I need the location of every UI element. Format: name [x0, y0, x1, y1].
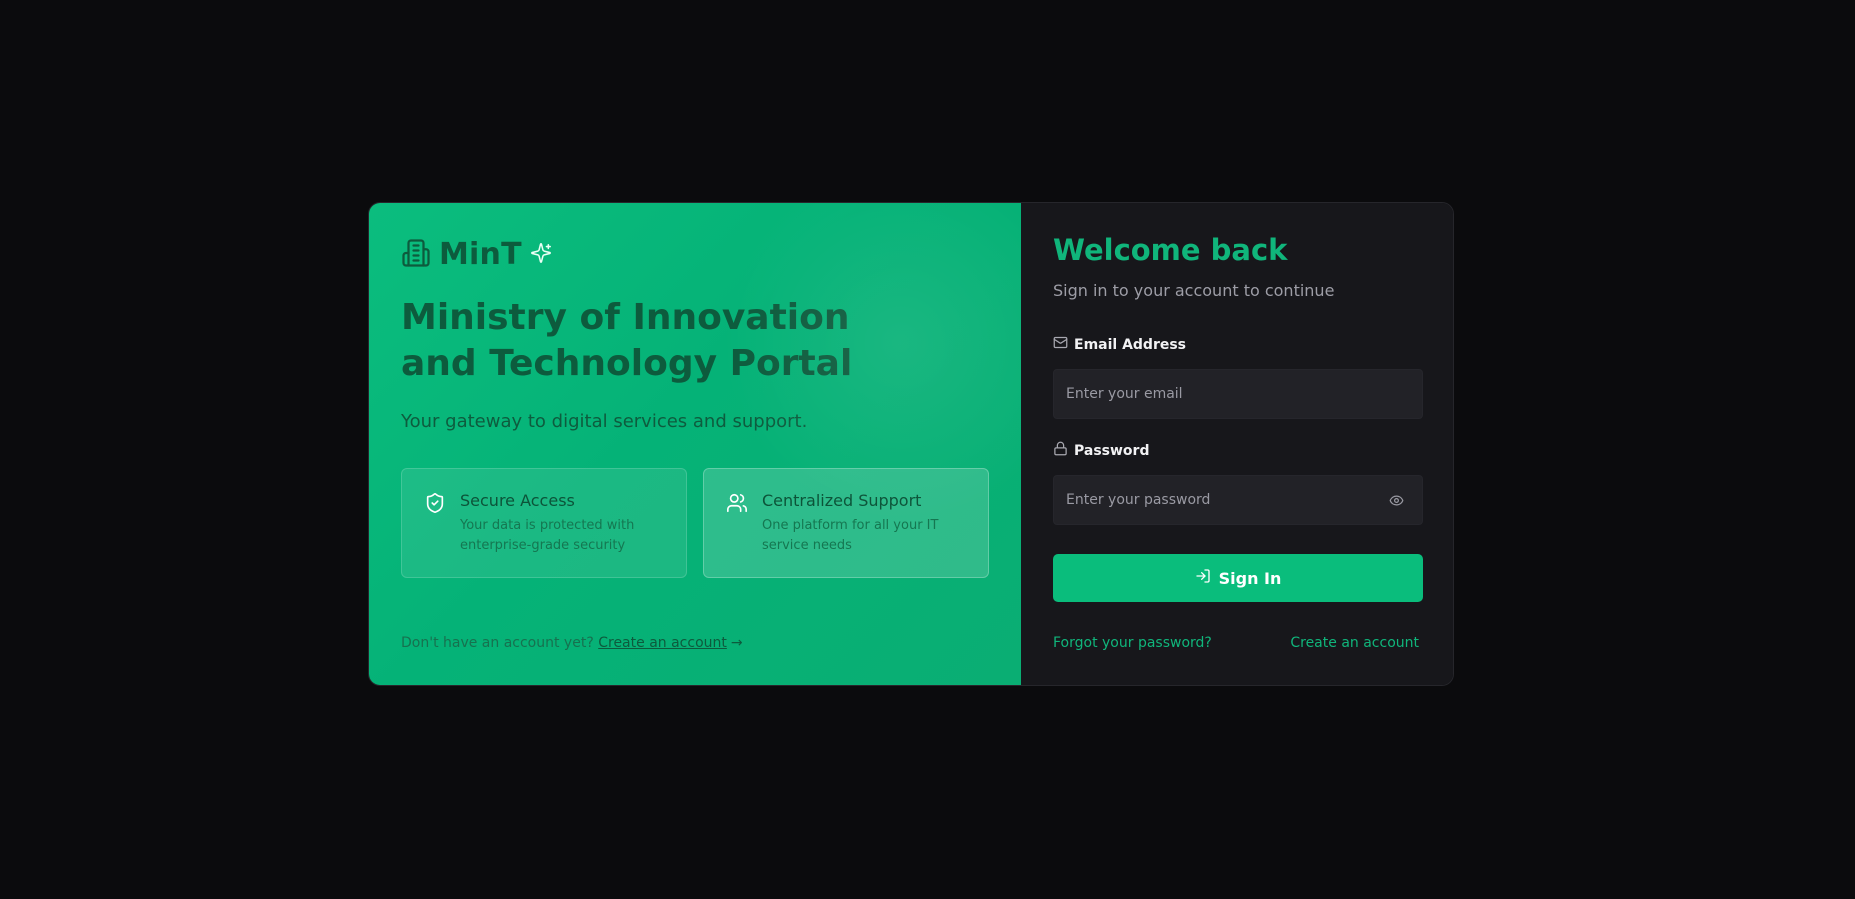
users-icon [726, 492, 748, 514]
email-field[interactable] [1054, 370, 1422, 418]
feature-card-centralized-support: Centralized Support One platform for all… [703, 468, 989, 578]
feature-title: Centralized Support [762, 491, 922, 510]
shield-check-icon [424, 492, 446, 514]
building-icon [401, 238, 431, 272]
arrow-right-icon: → [730, 635, 743, 651]
brand-name: MinT [439, 237, 522, 272]
email-label: Email Address [1053, 335, 1186, 354]
lock-icon [1053, 441, 1068, 460]
sign-in-label: Sign In [1218, 568, 1282, 588]
feature-title: Secure Access [460, 491, 575, 510]
brand: MinT [401, 237, 552, 272]
signup-prompt-text: Don't have an account yet? [401, 635, 594, 651]
email-field-wrapper [1053, 369, 1423, 419]
password-field[interactable] [1054, 476, 1422, 524]
sign-in-button[interactable]: Sign In [1053, 554, 1423, 602]
email-label-text: Email Address [1074, 336, 1187, 353]
password-field-wrapper [1053, 475, 1423, 525]
mail-icon [1053, 335, 1068, 354]
signup-prompt: Don't have an account yet? Create an acc… [401, 635, 743, 651]
sparkles-icon [530, 242, 552, 268]
login-panel: Welcome back Sign in to your account to … [1021, 203, 1453, 685]
auth-links: Forgot your password? Create an account [1053, 635, 1419, 651]
feature-description: One platform for all your IT service nee… [762, 518, 939, 553]
tagline: Your gateway to digital services and sup… [401, 411, 808, 432]
forgot-password-link[interactable]: Forgot your password? [1053, 635, 1212, 651]
hero-panel: MinT Ministry of Innovation and Technolo… [369, 203, 1081, 685]
create-account-link[interactable]: Create an account [598, 635, 727, 651]
create-account-link-secondary[interactable]: Create an account [1290, 635, 1419, 651]
eye-icon[interactable] [1389, 493, 1404, 512]
log-in-icon [1195, 568, 1211, 588]
password-label-text: Password [1074, 442, 1150, 459]
password-label: Password [1053, 441, 1149, 460]
feature-card-secure-access: Secure Access Your data is protected wit… [401, 468, 687, 578]
login-title: Welcome back [1053, 233, 1288, 267]
login-card: MinT Ministry of Innovation and Technolo… [368, 202, 1454, 686]
feature-description: Your data is protected with enterprise-g… [460, 518, 635, 553]
page-title: Ministry of Innovation and Technology Po… [401, 297, 853, 384]
feature-cards: Secure Access Your data is protected wit… [401, 468, 989, 578]
login-subtitle: Sign in to your account to continue [1053, 281, 1335, 300]
